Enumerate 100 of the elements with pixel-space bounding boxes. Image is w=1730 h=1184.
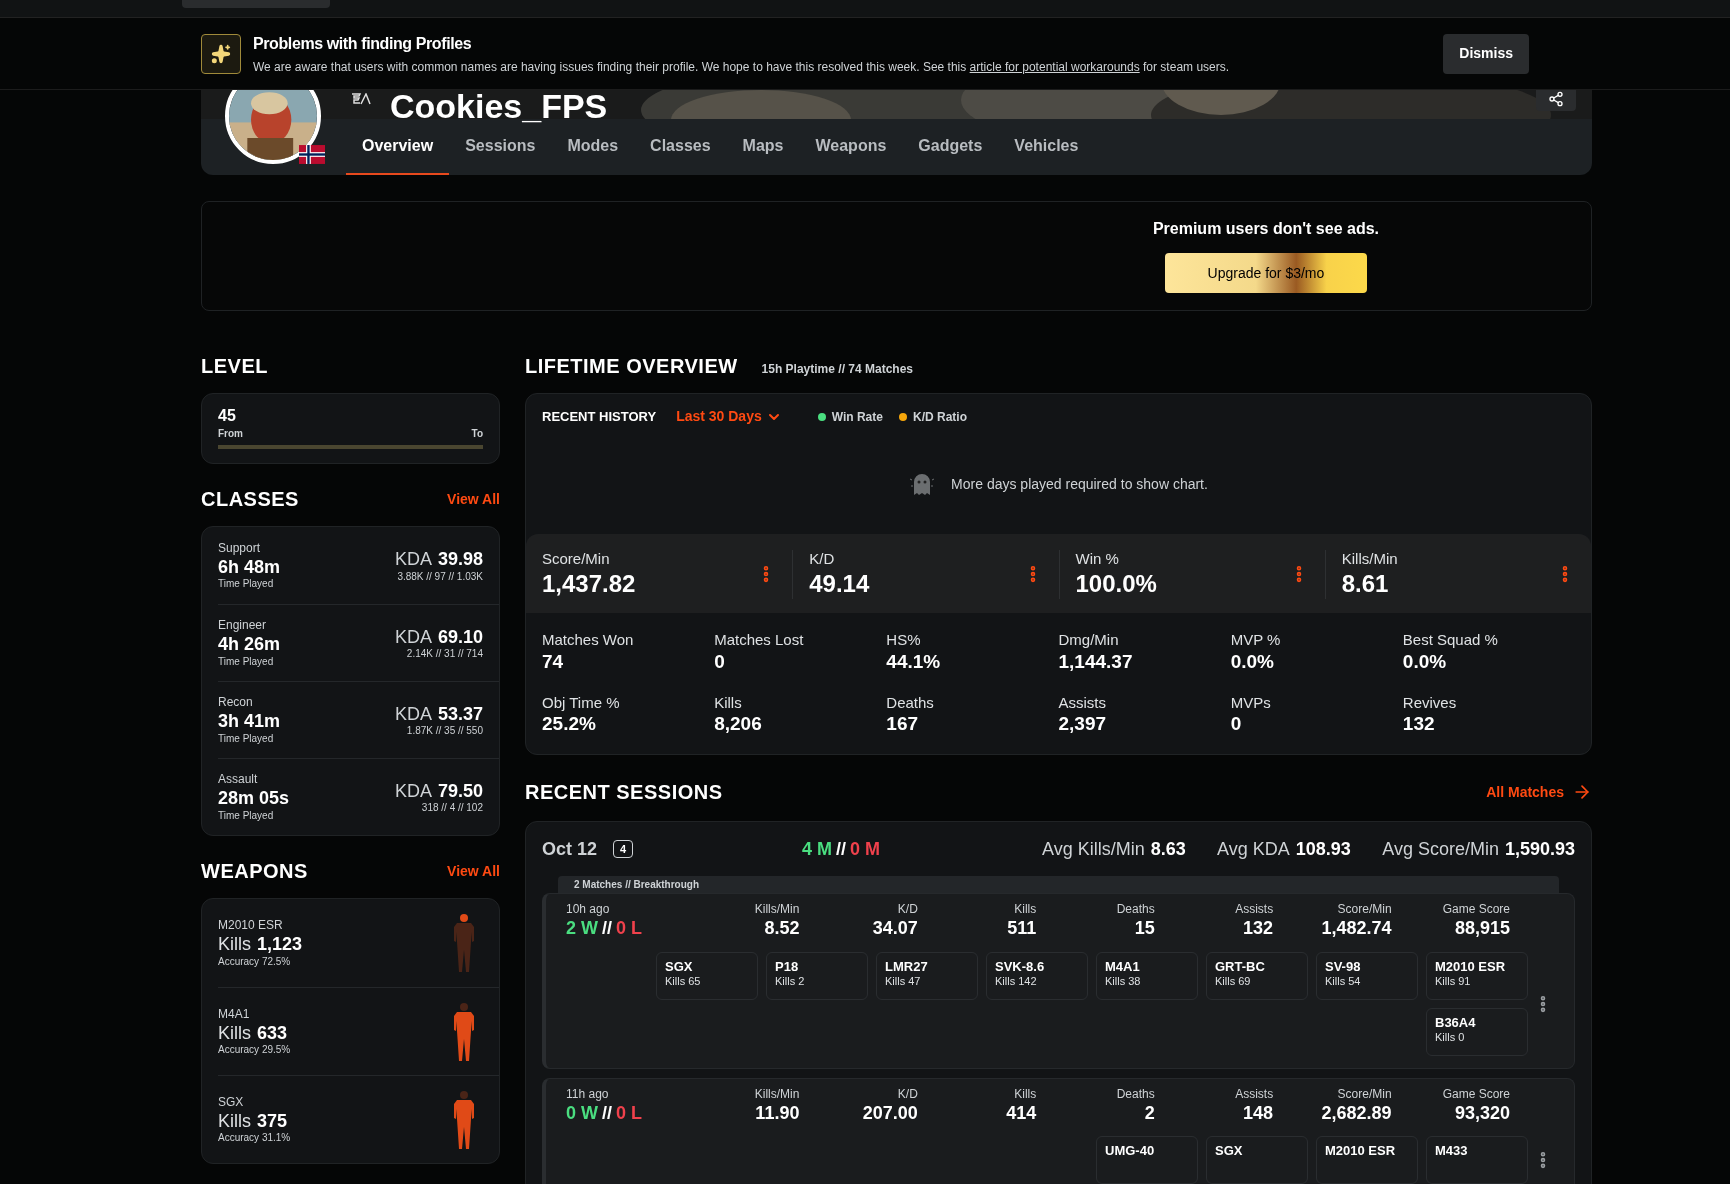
weapon-name: M4A1	[1105, 958, 1141, 975]
stat-label: Kills/Min	[1341, 550, 1398, 569]
weapon-name: SVK-8.6	[995, 958, 1046, 975]
from-label: From	[218, 427, 243, 441]
stat-value: 167	[886, 712, 920, 736]
match-time: 10h ago	[566, 902, 611, 917]
kda-value: 69.10	[437, 625, 483, 648]
weapon-kills: Kills 65	[665, 974, 702, 989]
legend-label: Win Rate	[831, 408, 883, 426]
nav-tab[interactable]: Gadgets	[902, 119, 999, 175]
stat-value: 0	[1230, 712, 1243, 736]
match-stat-label: Assists	[1235, 902, 1274, 917]
class-name: Recon	[218, 695, 254, 710]
weapon-name: SGX	[665, 958, 694, 975]
time-played: 6h 48m	[218, 555, 281, 578]
separator: //	[602, 917, 613, 940]
match-stat-label: K/D	[897, 902, 918, 917]
chart-message: More days played required to show chart.	[951, 474, 1208, 494]
time-played: 28m 05s	[218, 787, 290, 810]
stat-value: 8,206	[714, 712, 763, 736]
match-stat-value: 34.07	[872, 917, 918, 940]
match-stat-label: Assists	[1235, 1086, 1274, 1102]
kills-label: Kills	[218, 933, 251, 956]
match-count-badge: 4	[613, 839, 634, 859]
average-label: Avg KDA	[1217, 837, 1290, 861]
average-label: Avg Kills/Min	[1042, 837, 1145, 861]
stat-label: MVP %	[1230, 631, 1282, 650]
kills-label: Kills	[218, 1021, 251, 1044]
losses-count: 0 M	[850, 837, 881, 861]
average-value: 108.93	[1295, 837, 1351, 861]
view-all-link[interactable]: View All	[447, 488, 500, 510]
stat-value: 8.61	[1341, 568, 1390, 599]
nav-tab[interactable]: Classes	[634, 119, 727, 175]
section-title: LEVEL	[201, 354, 269, 379]
nav-tab[interactable]: Modes	[551, 119, 635, 175]
losses-count: 0 L	[616, 1101, 643, 1124]
kda-value: 39.98	[437, 548, 483, 571]
stat-label: Win %	[1075, 550, 1120, 569]
match-stat-value: 1,482.74	[1321, 917, 1392, 940]
all-matches-link[interactable]: All Matches	[1486, 781, 1592, 803]
weapon-kills: Kills 91	[1435, 974, 1472, 989]
nav-tab[interactable]: Overview	[346, 119, 450, 175]
stat-label: HS%	[886, 631, 922, 650]
range-dropdown[interactable]: Last 30 Days	[676, 406, 782, 427]
kda-breakdown: 1.87K // 35 // 550	[406, 725, 483, 738]
stat-value: 0.0%	[1230, 649, 1275, 674]
ghost-icon	[909, 471, 936, 497]
view-all-link[interactable]: View All	[447, 860, 500, 882]
nav-tab[interactable]: Weapons	[799, 119, 903, 175]
average-label: Avg Score/Min	[1382, 837, 1499, 861]
weapon-name: M2010 ESR	[1325, 1143, 1397, 1160]
stat-value: 1,437.82	[542, 568, 636, 599]
match-stat-value: 8.52	[764, 917, 800, 940]
kda-label: KDA	[394, 779, 432, 802]
stat-value: 49.14	[809, 568, 870, 599]
kills-value: 1,123	[257, 933, 303, 956]
level-value: 45	[218, 406, 237, 426]
losses-count: 0 L	[616, 917, 643, 940]
nav-tab[interactable]: Maps	[726, 119, 800, 175]
nav-tab[interactable]: Vehicles	[998, 119, 1095, 175]
stat-label: Dmg/Min	[1058, 631, 1120, 650]
stat-value: 25.2%	[542, 712, 597, 736]
weapon-kills: Kills 47	[885, 974, 922, 989]
stat-value: 132	[1402, 712, 1436, 736]
time-label: Time Played	[218, 732, 275, 745]
match-stat-value: 414	[1006, 1101, 1037, 1124]
weapon-kills: Kills 38	[1105, 974, 1142, 989]
flag-icon	[299, 145, 325, 164]
weapon-name: SV-98	[1325, 958, 1362, 975]
match-stat-value: 148	[1243, 1101, 1274, 1124]
average-value: 8.63	[1150, 837, 1186, 861]
section-title: LIFETIME OVERVIEW	[525, 354, 738, 379]
match-stat-value: 511	[1007, 917, 1037, 940]
time-played: 4h 26m	[218, 633, 281, 656]
weapon-kills: Kills 69	[1215, 974, 1252, 989]
class-name: Engineer	[218, 618, 268, 633]
time-played: 3h 41m	[218, 710, 281, 733]
match-time: 11h ago	[566, 1086, 610, 1102]
stat-label: Obj Time %	[542, 693, 621, 713]
match-stat-value: 207.00	[862, 1101, 918, 1124]
weapon-kills: Kills 142	[995, 974, 1038, 989]
stat-label: Best Squad %	[1402, 631, 1499, 650]
legend-label: K/D Ratio	[912, 408, 967, 426]
match-stat-label: Game Score	[1442, 1086, 1510, 1102]
match-stat-label: Kills/Min	[754, 1086, 800, 1102]
weapon-name: M2010 ESR	[1435, 958, 1507, 975]
kills-value: 633	[257, 1021, 288, 1044]
stat-label: MVPs	[1230, 693, 1272, 713]
match-stat-label: Kills/Min	[754, 902, 800, 917]
match-stat-value: 2,682.89	[1321, 1101, 1392, 1124]
weapon-name: UMG-40	[1105, 1143, 1156, 1160]
upgrade-button[interactable]: Upgrade for $3/mo	[1164, 253, 1367, 293]
match-stat-value: 93,320	[1454, 1101, 1510, 1124]
weapon-kills: Kills 54	[1325, 974, 1362, 989]
kda-label: KDA	[394, 702, 432, 725]
stat-label: Assists	[1058, 693, 1107, 713]
weapon-name: M433	[1435, 1143, 1469, 1160]
ad-text: Premium users don't see ads.	[1152, 219, 1379, 239]
stat-value: 2,397	[1058, 712, 1108, 736]
separator: //	[602, 1101, 613, 1124]
